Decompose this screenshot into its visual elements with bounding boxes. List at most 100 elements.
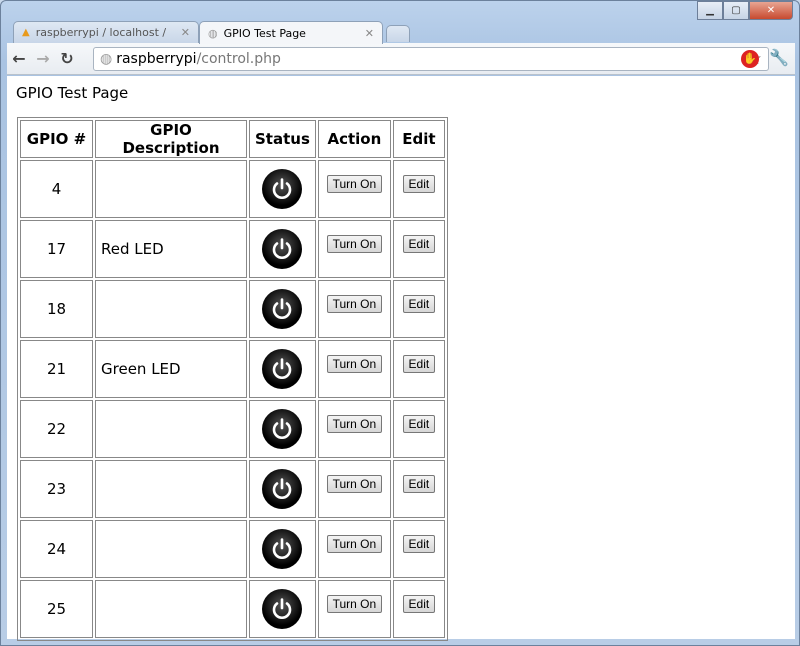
minimize-button[interactable]: ▁ bbox=[697, 1, 723, 20]
table-row: 25 Turn On Edit bbox=[20, 580, 445, 638]
turn-on-button[interactable]: Turn On bbox=[326, 235, 383, 253]
edit-cell: Edit bbox=[392, 340, 445, 398]
forward-icon[interactable]: → bbox=[31, 49, 55, 68]
header-gpio: GPIO # bbox=[20, 120, 93, 158]
gpio-description bbox=[95, 160, 247, 218]
table-row: 22 Turn On Edit bbox=[20, 400, 445, 458]
edit-button[interactable]: Edit bbox=[402, 595, 436, 613]
status-cell bbox=[249, 520, 316, 578]
tab-label: GPIO Test Page bbox=[223, 26, 306, 40]
edit-cell: Edit bbox=[392, 580, 445, 638]
gpio-number: 21 bbox=[20, 340, 93, 398]
gpio-description: Red LED bbox=[95, 220, 247, 278]
edit-button[interactable]: Edit bbox=[402, 355, 436, 373]
gpio-description bbox=[95, 520, 247, 578]
action-cell: Turn On bbox=[317, 280, 391, 338]
gpio-number: 24 bbox=[20, 520, 93, 578]
page-content: GPIO Test Page GPIO # GPIO Description S… bbox=[7, 76, 795, 641]
gpio-description bbox=[95, 280, 247, 338]
close-window-button[interactable]: ✕ bbox=[749, 1, 793, 20]
tab-phpmyadmin[interactable]: ▲ raspberrypi / localhost / gpio ✕ bbox=[13, 21, 199, 43]
power-icon[interactable] bbox=[262, 169, 303, 209]
action-cell: Turn On bbox=[317, 340, 391, 398]
turn-on-button[interactable]: Turn On bbox=[326, 475, 383, 493]
gpio-number: 25 bbox=[20, 580, 93, 638]
edit-button[interactable]: Edit bbox=[402, 475, 436, 493]
status-cell bbox=[249, 340, 316, 398]
power-icon[interactable] bbox=[262, 529, 303, 569]
wrench-icon[interactable]: 🔧 bbox=[769, 48, 789, 67]
edit-cell: Edit bbox=[392, 160, 445, 218]
table-row: 18 Turn On Edit bbox=[20, 280, 445, 338]
browser-window: ▁ ▢ ✕ ▲ raspberrypi / localhost / gpio ✕… bbox=[0, 0, 800, 646]
edit-cell: Edit bbox=[392, 520, 445, 578]
gpio-description bbox=[95, 460, 247, 518]
status-cell bbox=[249, 280, 316, 338]
table-row: 23 Turn On Edit bbox=[20, 460, 445, 518]
address-bar[interactable]: ◍ raspberrypi/control.php ☆ bbox=[93, 47, 769, 71]
turn-on-button[interactable]: Turn On bbox=[326, 415, 383, 433]
power-icon[interactable] bbox=[262, 409, 303, 449]
gpio-description bbox=[95, 400, 247, 458]
header-action: Action bbox=[317, 120, 391, 158]
header-status: Status bbox=[249, 120, 316, 158]
edit-button[interactable]: Edit bbox=[402, 535, 436, 553]
status-cell bbox=[249, 160, 316, 218]
maximize-button[interactable]: ▢ bbox=[723, 1, 749, 20]
back-icon[interactable]: ← bbox=[7, 49, 31, 68]
turn-on-button[interactable]: Turn On bbox=[326, 535, 383, 553]
gpio-number: 23 bbox=[20, 460, 93, 518]
phpmyadmin-icon: ▲ bbox=[22, 27, 30, 38]
table-row: 21 Green LED Turn On Edit bbox=[20, 340, 445, 398]
edit-button[interactable]: Edit bbox=[402, 415, 436, 433]
status-cell bbox=[249, 580, 316, 638]
tab-gpio-test-page[interactable]: ◍ GPIO Test Page ✕ bbox=[199, 21, 383, 44]
header-description: GPIO Description bbox=[95, 120, 247, 158]
action-cell: Turn On bbox=[317, 520, 391, 578]
reload-icon[interactable]: ↻ bbox=[55, 49, 79, 68]
close-tab-icon[interactable]: ✕ bbox=[365, 27, 374, 40]
table-row: 4 Turn On Edit bbox=[20, 160, 445, 218]
url-host: raspberrypi bbox=[116, 51, 197, 67]
status-cell bbox=[249, 400, 316, 458]
edit-cell: Edit bbox=[392, 280, 445, 338]
gpio-number: 4 bbox=[20, 160, 93, 218]
edit-button[interactable]: Edit bbox=[402, 175, 436, 193]
turn-on-button[interactable]: Turn On bbox=[326, 595, 383, 613]
edit-button[interactable]: Edit bbox=[402, 235, 436, 253]
globe-icon: ◍ bbox=[208, 26, 218, 40]
power-icon[interactable] bbox=[262, 469, 303, 509]
status-cell bbox=[249, 220, 316, 278]
power-icon[interactable] bbox=[262, 349, 303, 389]
turn-on-button[interactable]: Turn On bbox=[326, 175, 383, 193]
gpio-table: GPIO # GPIO Description Status Action Ed… bbox=[17, 117, 448, 641]
gpio-number: 17 bbox=[20, 220, 93, 278]
url-path: /control.php bbox=[196, 51, 281, 67]
header-edit: Edit bbox=[392, 120, 445, 158]
power-icon[interactable] bbox=[262, 589, 303, 629]
action-cell: Turn On bbox=[317, 220, 391, 278]
action-cell: Turn On bbox=[317, 400, 391, 458]
adblock-icon[interactable]: ✋ bbox=[741, 50, 759, 68]
turn-on-button[interactable]: Turn On bbox=[326, 295, 383, 313]
action-cell: Turn On bbox=[317, 460, 391, 518]
gpio-description: Green LED bbox=[95, 340, 247, 398]
page-title: GPIO Test Page bbox=[16, 84, 129, 102]
action-cell: Turn On bbox=[317, 580, 391, 638]
new-tab-button[interactable] bbox=[386, 25, 410, 42]
status-cell bbox=[249, 460, 316, 518]
edit-cell: Edit bbox=[392, 460, 445, 518]
edit-cell: Edit bbox=[392, 400, 445, 458]
toolbar: ← → ↻ ◍ raspberrypi/control.php ☆ ✋ 🔧 bbox=[7, 43, 795, 75]
table-row: 17 Red LED Turn On Edit bbox=[20, 220, 445, 278]
gpio-description bbox=[95, 580, 247, 638]
close-tab-icon[interactable]: ✕ bbox=[181, 26, 190, 39]
table-row: 24 Turn On Edit bbox=[20, 520, 445, 578]
gpio-number: 18 bbox=[20, 280, 93, 338]
turn-on-button[interactable]: Turn On bbox=[326, 355, 383, 373]
power-icon[interactable] bbox=[262, 289, 303, 329]
power-icon[interactable] bbox=[262, 229, 303, 269]
tab-label: raspberrypi / localhost / gpio bbox=[35, 26, 166, 39]
edit-button[interactable]: Edit bbox=[402, 295, 436, 313]
gpio-number: 22 bbox=[20, 400, 93, 458]
